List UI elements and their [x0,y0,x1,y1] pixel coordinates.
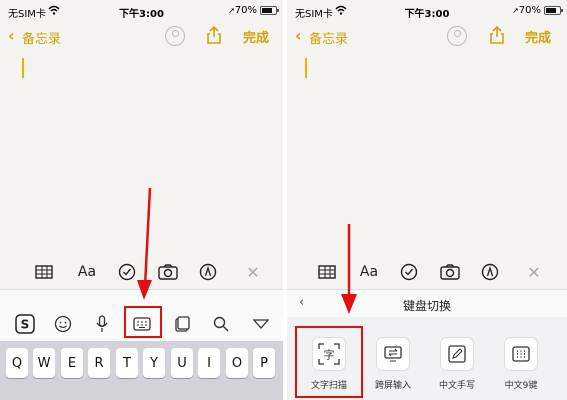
notes-screen-right: 无SIM卡 下午3:00 ➚ 70% ‹ 备忘录 完成 Aa ✕ ‹ 键盘切换 [287,0,567,400]
annotation-arrow [341,224,357,314]
notes-screen-left: 无SIM卡 下午3:00 ➚ 70% ‹ 备忘录 完成 Aa ✕ S Q W E… [0,0,283,400]
annotation-arrow [137,187,152,300]
